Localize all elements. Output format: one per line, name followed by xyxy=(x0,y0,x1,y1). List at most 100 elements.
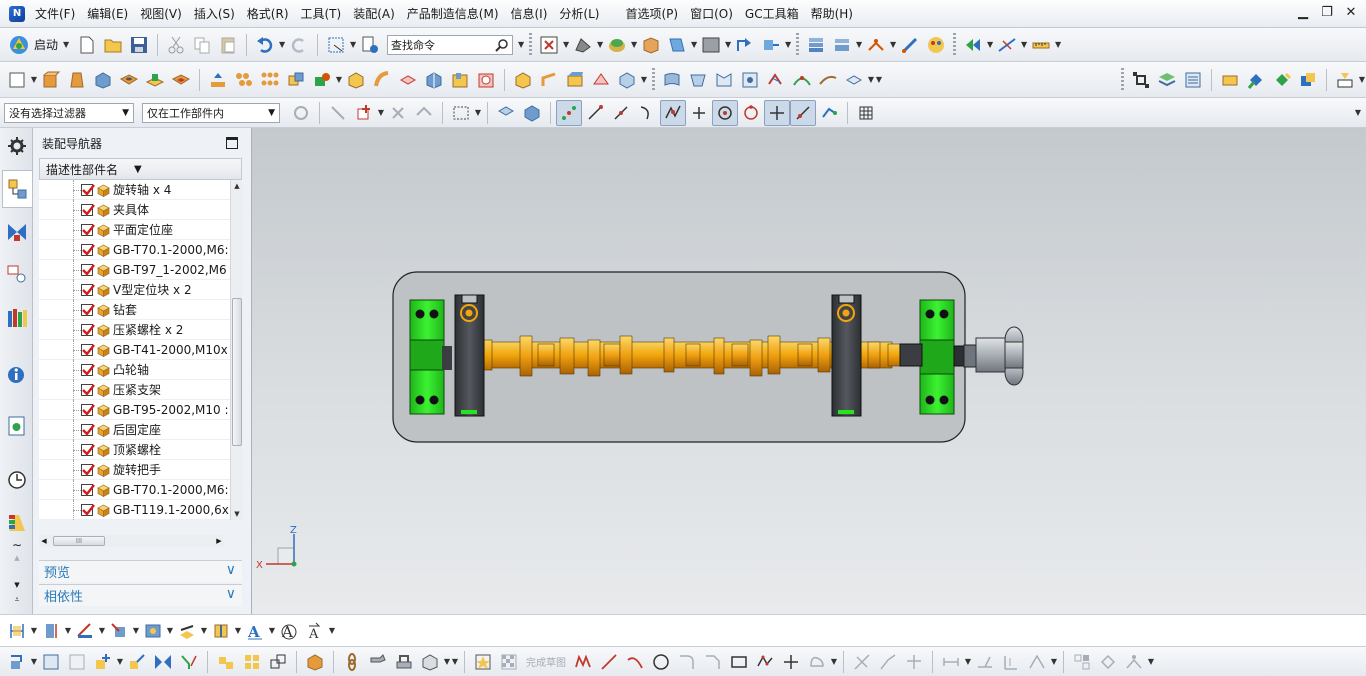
visibility-checkbox[interactable] xyxy=(81,204,95,216)
tree-row[interactable]: 顶紧螺栓 xyxy=(39,440,230,460)
quick-trim-icon[interactable] xyxy=(849,649,875,675)
visibility-checkbox[interactable] xyxy=(81,184,95,196)
visibility-checkbox[interactable] xyxy=(81,304,95,316)
search-icon[interactable] xyxy=(495,38,509,52)
visibility-checkbox[interactable] xyxy=(81,444,95,456)
chevron-down-icon[interactable]: ∨ xyxy=(226,562,236,578)
snap-point-icon[interactable] xyxy=(556,99,582,126)
box-select-icon[interactable] xyxy=(448,100,474,126)
convert-reference-icon[interactable] xyxy=(1069,649,1095,675)
menu-edit[interactable]: 编辑(E) xyxy=(81,3,134,25)
render-style-icon[interactable] xyxy=(604,32,630,58)
stack-icon[interactable] xyxy=(1180,67,1206,93)
constraint-icon[interactable] xyxy=(863,32,889,58)
through-curves-icon[interactable] xyxy=(685,67,711,93)
swept-surface-icon[interactable] xyxy=(737,67,763,93)
menu-assembly[interactable]: 装配(A) xyxy=(347,3,401,25)
selection-box-icon[interactable] xyxy=(323,32,349,58)
open-icon[interactable] xyxy=(100,32,126,58)
more-icon[interactable]: ⩡ xyxy=(5,594,29,606)
dimension-sketch-icon[interactable] xyxy=(938,649,964,675)
sew-icon[interactable] xyxy=(763,67,789,93)
tree-horizontal-scrollbar[interactable]: ◀ III ▶ xyxy=(39,535,224,547)
visibility-checkbox[interactable] xyxy=(81,284,95,296)
tree-row[interactable]: 凸轮轴 xyxy=(39,360,230,380)
start-button[interactable]: 启动 ▼ xyxy=(4,32,74,58)
history-icon[interactable] xyxy=(5,468,29,492)
sketch-new-icon[interactable] xyxy=(90,649,116,675)
paint-bucket-icon[interactable] xyxy=(1243,67,1269,93)
quadrant-point-icon[interactable] xyxy=(712,99,738,126)
surface-icon[interactable] xyxy=(659,67,685,93)
line-icon[interactable] xyxy=(596,649,622,675)
find-command-input[interactable]: 查找命令 xyxy=(387,34,514,55)
tree-row[interactable]: GB-T97_1-2002,M6 xyxy=(39,260,230,280)
pattern-icon[interactable] xyxy=(205,67,231,93)
scroll-thumb[interactable]: III xyxy=(53,536,105,546)
tree-row[interactable]: 压紧支架 xyxy=(39,380,230,400)
chevron-down-icon[interactable]: ∨ xyxy=(226,586,236,602)
close-icon[interactable]: ✕ xyxy=(1344,5,1358,20)
trim-body-icon[interactable] xyxy=(510,67,536,93)
draft-icon[interactable] xyxy=(473,67,499,93)
blend-icon[interactable] xyxy=(421,67,447,93)
unite-icon[interactable] xyxy=(283,67,309,93)
end-point-icon[interactable] xyxy=(582,100,608,126)
block-icon[interactable] xyxy=(90,67,116,93)
menu-analysis[interactable]: 分析(L) xyxy=(553,3,605,25)
graphics-window[interactable]: Z X xyxy=(252,128,1366,614)
feature-control-icon[interactable] xyxy=(106,618,132,644)
show-constraints-icon[interactable] xyxy=(1024,649,1050,675)
point-on-curve-icon[interactable] xyxy=(738,100,764,126)
tree-row[interactable]: GB-T70.1-2000,M6: xyxy=(39,240,230,260)
column-header[interactable]: 描述性部件名 ▼ xyxy=(39,158,242,180)
wrench-icon[interactable] xyxy=(365,649,391,675)
sketch-orient-icon[interactable] xyxy=(124,649,150,675)
menu-file[interactable]: 文件(F) xyxy=(29,3,81,25)
web-browser-icon[interactable] xyxy=(5,414,29,438)
alternate-solution-icon[interactable] xyxy=(1095,649,1121,675)
undo-icon[interactable] xyxy=(252,32,278,58)
tree-row[interactable]: GB-T95-2002,M10 : xyxy=(39,400,230,420)
reuse-library-icon[interactable] xyxy=(5,306,29,330)
auto-constrain-icon[interactable] xyxy=(998,649,1024,675)
preview-panel-header[interactable]: 预览 ∨ xyxy=(39,560,242,582)
new-icon[interactable] xyxy=(74,32,100,58)
spline-icon[interactable] xyxy=(804,649,830,675)
annotation-edit-icon[interactable]: A xyxy=(276,618,302,644)
select-face-icon[interactable] xyxy=(519,100,545,126)
visibility-checkbox[interactable] xyxy=(81,504,95,516)
visibility-checkbox[interactable] xyxy=(81,484,95,496)
general-filter-icon[interactable] xyxy=(288,100,314,126)
system-materials-icon[interactable] xyxy=(5,510,29,534)
scroll-down-icon[interactable]: ▼ xyxy=(5,580,29,590)
paste-icon[interactable] xyxy=(215,32,241,58)
quick-extend-icon[interactable] xyxy=(875,649,901,675)
chamfer-sketch-icon[interactable] xyxy=(700,649,726,675)
visibility-checkbox[interactable] xyxy=(81,424,95,436)
sketch-plane-icon[interactable] xyxy=(38,649,64,675)
finish-sketch-icon[interactable] xyxy=(496,649,522,675)
sketch-3d-icon[interactable] xyxy=(302,649,328,675)
tree-row[interactable]: 钻套 xyxy=(39,300,230,320)
save-icon[interactable] xyxy=(126,32,152,58)
tree-row[interactable]: GB-T41-2000,M10x xyxy=(39,340,230,360)
assembly-navigator-tab-icon[interactable] xyxy=(2,170,32,208)
thicken-icon[interactable] xyxy=(614,67,640,93)
redo-icon[interactable] xyxy=(286,32,312,58)
ruler-icon[interactable] xyxy=(1028,32,1054,58)
visibility-checkbox[interactable] xyxy=(81,264,95,276)
maximize-icon[interactable] xyxy=(226,137,238,149)
text-style-icon[interactable]: A xyxy=(242,618,268,644)
weld-symbol-icon[interactable] xyxy=(208,618,234,644)
select-features-icon[interactable] xyxy=(325,100,351,126)
extension-icon[interactable] xyxy=(815,67,841,93)
bridge-icon[interactable] xyxy=(789,67,815,93)
add-component-icon[interactable] xyxy=(829,32,855,58)
inferred-constraints-icon[interactable] xyxy=(1121,649,1147,675)
polygon-icon[interactable] xyxy=(752,649,778,675)
clamp-icon[interactable] xyxy=(391,649,417,675)
datum-feature-icon[interactable] xyxy=(140,618,166,644)
profile-icon[interactable] xyxy=(570,649,596,675)
menu-tools[interactable]: 工具(T) xyxy=(295,3,348,25)
